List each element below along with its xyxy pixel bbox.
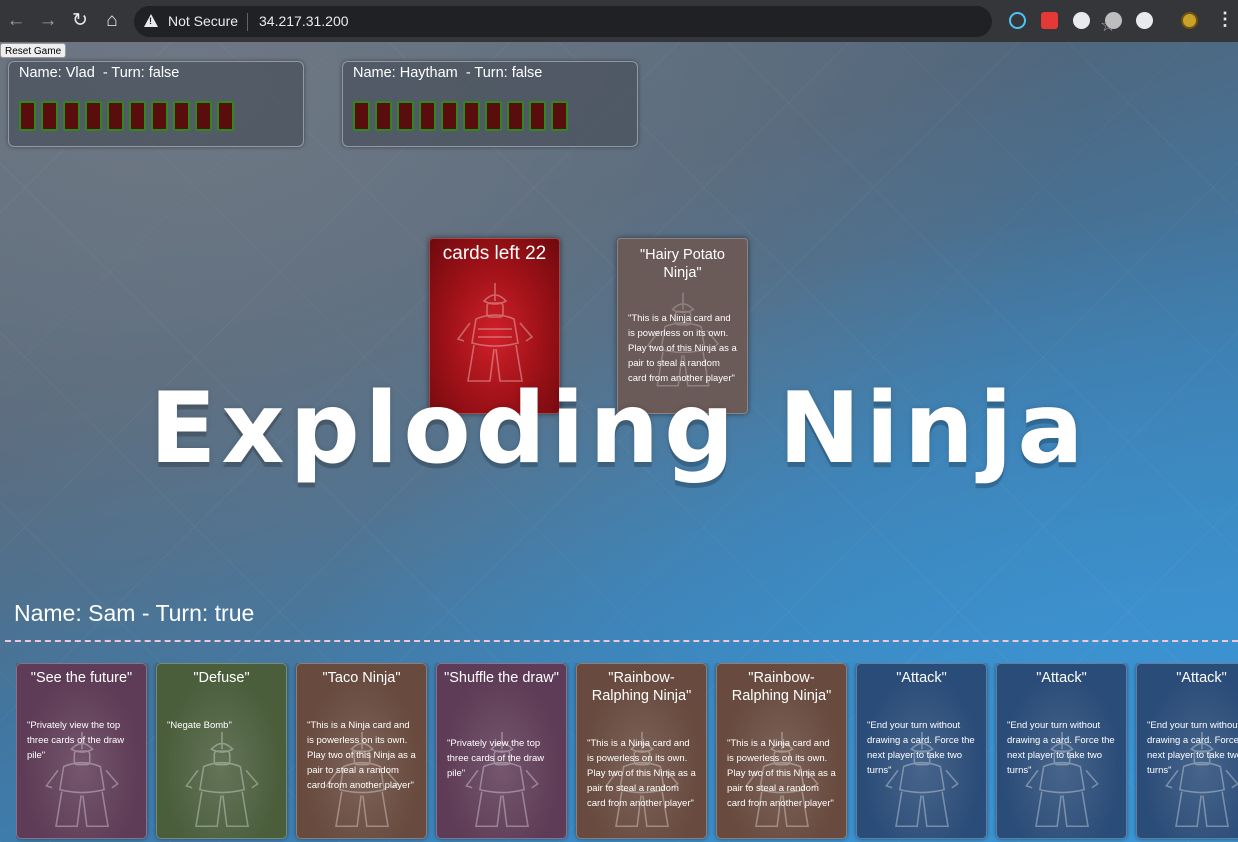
hand-divider [5,640,1238,642]
opponent-card-back [551,101,568,131]
card-text: "Privately view the top three cards of t… [27,720,125,761]
opponent-card-back [529,101,546,131]
card-title: "Rainbow-Ralphing Ninja" [731,670,832,704]
discard-card-title: "Hairy Potato Ninja" [640,247,725,281]
card-title: "Defuse" [193,670,250,686]
address-bar[interactable]: Not Secure 34.217.31.200 ☆ [134,6,1116,37]
security-status[interactable]: Not Secure [168,13,238,29]
opponent-card-back [217,101,234,131]
opponent-card-back [375,101,392,131]
browser-menu-icon[interactable]: ⋮ [1216,9,1234,30]
card-text: "End your turn without drawing a card. F… [1147,720,1238,776]
home-icon[interactable]: ⌂ [100,9,124,33]
player-label: Name: Sam - Turn: true [14,600,255,626]
opponent-card-back [129,101,146,131]
opponent-label: Name: Vlad - Turn: false [19,65,180,81]
red-extension-icon[interactable] [1041,12,1058,29]
opponent-card-back [441,101,458,131]
hand-card-defuse[interactable]: "Defuse" "Negate Bomb" [156,663,287,839]
back-icon[interactable]: ← [4,9,28,33]
hand-card-see-the-future[interactable]: "See the future" "Privately view the top… [16,663,147,839]
reload-icon[interactable]: ↻ [68,9,92,33]
opponent-card-back [63,101,80,131]
opponent-panel-vlad: Name: Vlad - Turn: false [8,61,304,147]
hand-card-taco-ninja[interactable]: "Taco Ninja" "This is a Ninja card and i… [296,663,427,839]
game-board: Reset Game Name: Vlad - Turn: false Name… [0,42,1238,842]
opponent-card-back [353,101,370,131]
opponent-card-back [19,101,36,131]
reset-game-button[interactable]: Reset Game [0,43,67,58]
opponent-card-back [419,101,436,131]
opponent-card-back [463,101,480,131]
card-title: "See the future" [30,670,133,686]
hand-card-attack[interactable]: "Attack" "End your turn without drawing … [1136,663,1238,839]
skype-extension-icon[interactable] [1105,12,1122,29]
hand-card-attack[interactable]: "Attack" "End your turn without drawing … [996,663,1127,839]
card-title: "Rainbow-Ralphing Ninja" [591,670,692,704]
card-title: "Attack" [1036,670,1087,686]
grammarly-icon[interactable] [1073,12,1090,29]
card-text: "This is a Ninja card and is powerless o… [727,738,836,809]
profile-avatar[interactable] [1181,12,1198,29]
ninja-illustration-icon [184,731,259,828]
browser-toolbar: ← → ↻ ⌂ Not Secure 34.217.31.200 ☆ ⋮ [0,0,1238,43]
hand-card-rainbow-ralphing-ninja[interactable]: "Rainbow-Ralphing Ninja" "This is a Ninj… [576,663,707,839]
game-title: Exploding Ninja [149,372,1089,486]
card-text: "This is a Ninja card and is powerless o… [307,720,416,791]
player-hand: "See the future" "Privately view the top… [16,663,1238,842]
opponent-card-back [507,101,524,131]
opponent-card-back [151,101,168,131]
opponent-label: Name: Haytham - Turn: false [353,65,543,81]
warning-icon[interactable] [144,14,158,27]
opponent-card-back [397,101,414,131]
card-text: "Privately view the top three cards of t… [447,738,545,779]
card-title: "Attack" [1176,670,1227,686]
card-text: "This is a Ninja card and is powerless o… [587,738,696,809]
url-text[interactable]: 34.217.31.200 [259,13,349,29]
card-text: "Negate Bomb" [167,720,232,731]
card-text: "End your turn without drawing a card. F… [1007,720,1115,776]
opponent-hand [19,101,234,131]
opponent-panel-haytham: Name: Haytham - Turn: false [342,61,638,147]
opponent-card-back [485,101,502,131]
card-title: "Attack" [896,670,947,686]
hand-card-attack[interactable]: "Attack" "End your turn without drawing … [856,663,987,839]
circle-extension-icon[interactable] [1136,12,1153,29]
cards-left-label: cards left 22 [442,243,547,264]
address-separator [247,13,248,31]
opponent-card-back [107,101,124,131]
opponent-card-back [85,101,102,131]
card-title: "Taco Ninja" [322,670,401,686]
hand-card-rainbow-ralphing-ninja[interactable]: "Rainbow-Ralphing Ninja" "This is a Ninj… [716,663,847,839]
react-devtools-icon[interactable] [1009,12,1026,29]
opponent-hand [353,101,568,131]
card-text: "End your turn without drawing a card. F… [867,720,975,776]
card-title: "Shuffle the draw" [444,670,559,686]
forward-icon[interactable]: → [36,9,60,33]
opponent-card-back [41,101,58,131]
opponent-card-back [195,101,212,131]
hand-card-shuffle[interactable]: "Shuffle the draw" "Privately view the t… [436,663,567,839]
opponent-card-back [173,101,190,131]
